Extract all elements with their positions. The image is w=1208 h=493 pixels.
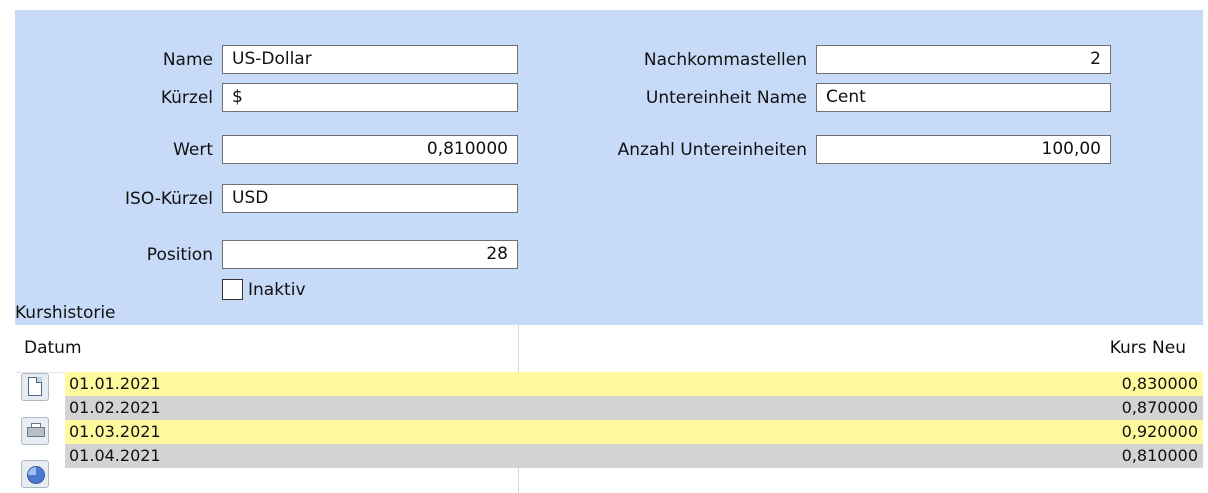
abbreviation-field[interactable]: $	[222, 83, 518, 112]
table-row[interactable]: 01.01.2021 0,830000	[65, 372, 1203, 396]
row-rate: 0,810000	[1121, 446, 1198, 465]
printer-icon	[27, 427, 45, 437]
table-row[interactable]: 01.02.2021 0,870000	[65, 396, 1203, 420]
row-rate: 0,920000	[1121, 422, 1198, 441]
date-column-header[interactable]: Datum	[24, 325, 82, 372]
subunit-count-field[interactable]: 100,00	[816, 135, 1111, 164]
name-label: Name	[162, 50, 213, 70]
subunit-count-label: Anzahl Untereinheiten	[617, 140, 807, 160]
currency-editor-panel: Name US-Dollar Kürzel $ Wert 0,810000 IS…	[0, 0, 1208, 493]
inactive-label[interactable]: Inaktiv	[248, 276, 306, 304]
value-field[interactable]: 0,810000	[222, 135, 518, 164]
row-date: 01.01.2021	[69, 374, 161, 393]
row-date: 01.02.2021	[69, 398, 161, 417]
rate-history-grid: Datum Kurs Neu 01.01.2021 0,830000 01.02…	[15, 325, 1203, 493]
chart-button[interactable]	[21, 460, 49, 488]
currency-form: Name US-Dollar Kürzel $ Wert 0,810000 IS…	[15, 10, 1203, 325]
table-row[interactable]: 01.04.2021 0,810000	[65, 444, 1203, 468]
name-field[interactable]: US-Dollar	[222, 45, 518, 74]
inactive-checkbox[interactable]	[222, 279, 243, 300]
rate-column-header[interactable]: Kurs Neu	[1110, 325, 1186, 372]
grid-toolbar	[15, 372, 67, 492]
value-label: Wert	[173, 140, 213, 160]
new-document-icon	[28, 377, 42, 396]
chart-icon	[27, 466, 45, 484]
position-field[interactable]: 28	[222, 240, 518, 269]
row-rate: 0,870000	[1121, 398, 1198, 417]
subunit-name-field[interactable]: Cent	[816, 83, 1111, 112]
history-section-title: Kurshistorie	[15, 303, 116, 323]
iso-field[interactable]: USD	[222, 184, 518, 213]
row-date: 01.03.2021	[69, 422, 161, 441]
subunit-name-label: Untereinheit Name	[645, 88, 807, 108]
print-button[interactable]	[21, 417, 49, 445]
grid-header: Datum Kurs Neu	[15, 325, 1203, 373]
iso-label: ISO-Kürzel	[125, 189, 213, 209]
abbreviation-label: Kürzel	[160, 88, 213, 108]
position-label: Position	[146, 245, 213, 265]
new-document-button[interactable]	[21, 373, 49, 401]
row-rate: 0,830000	[1121, 374, 1198, 393]
table-row[interactable]: 01.03.2021 0,920000	[65, 420, 1203, 444]
decimals-field[interactable]: 2	[816, 45, 1111, 74]
row-date: 01.04.2021	[69, 446, 161, 465]
decimals-label: Nachkommastellen	[643, 50, 807, 70]
